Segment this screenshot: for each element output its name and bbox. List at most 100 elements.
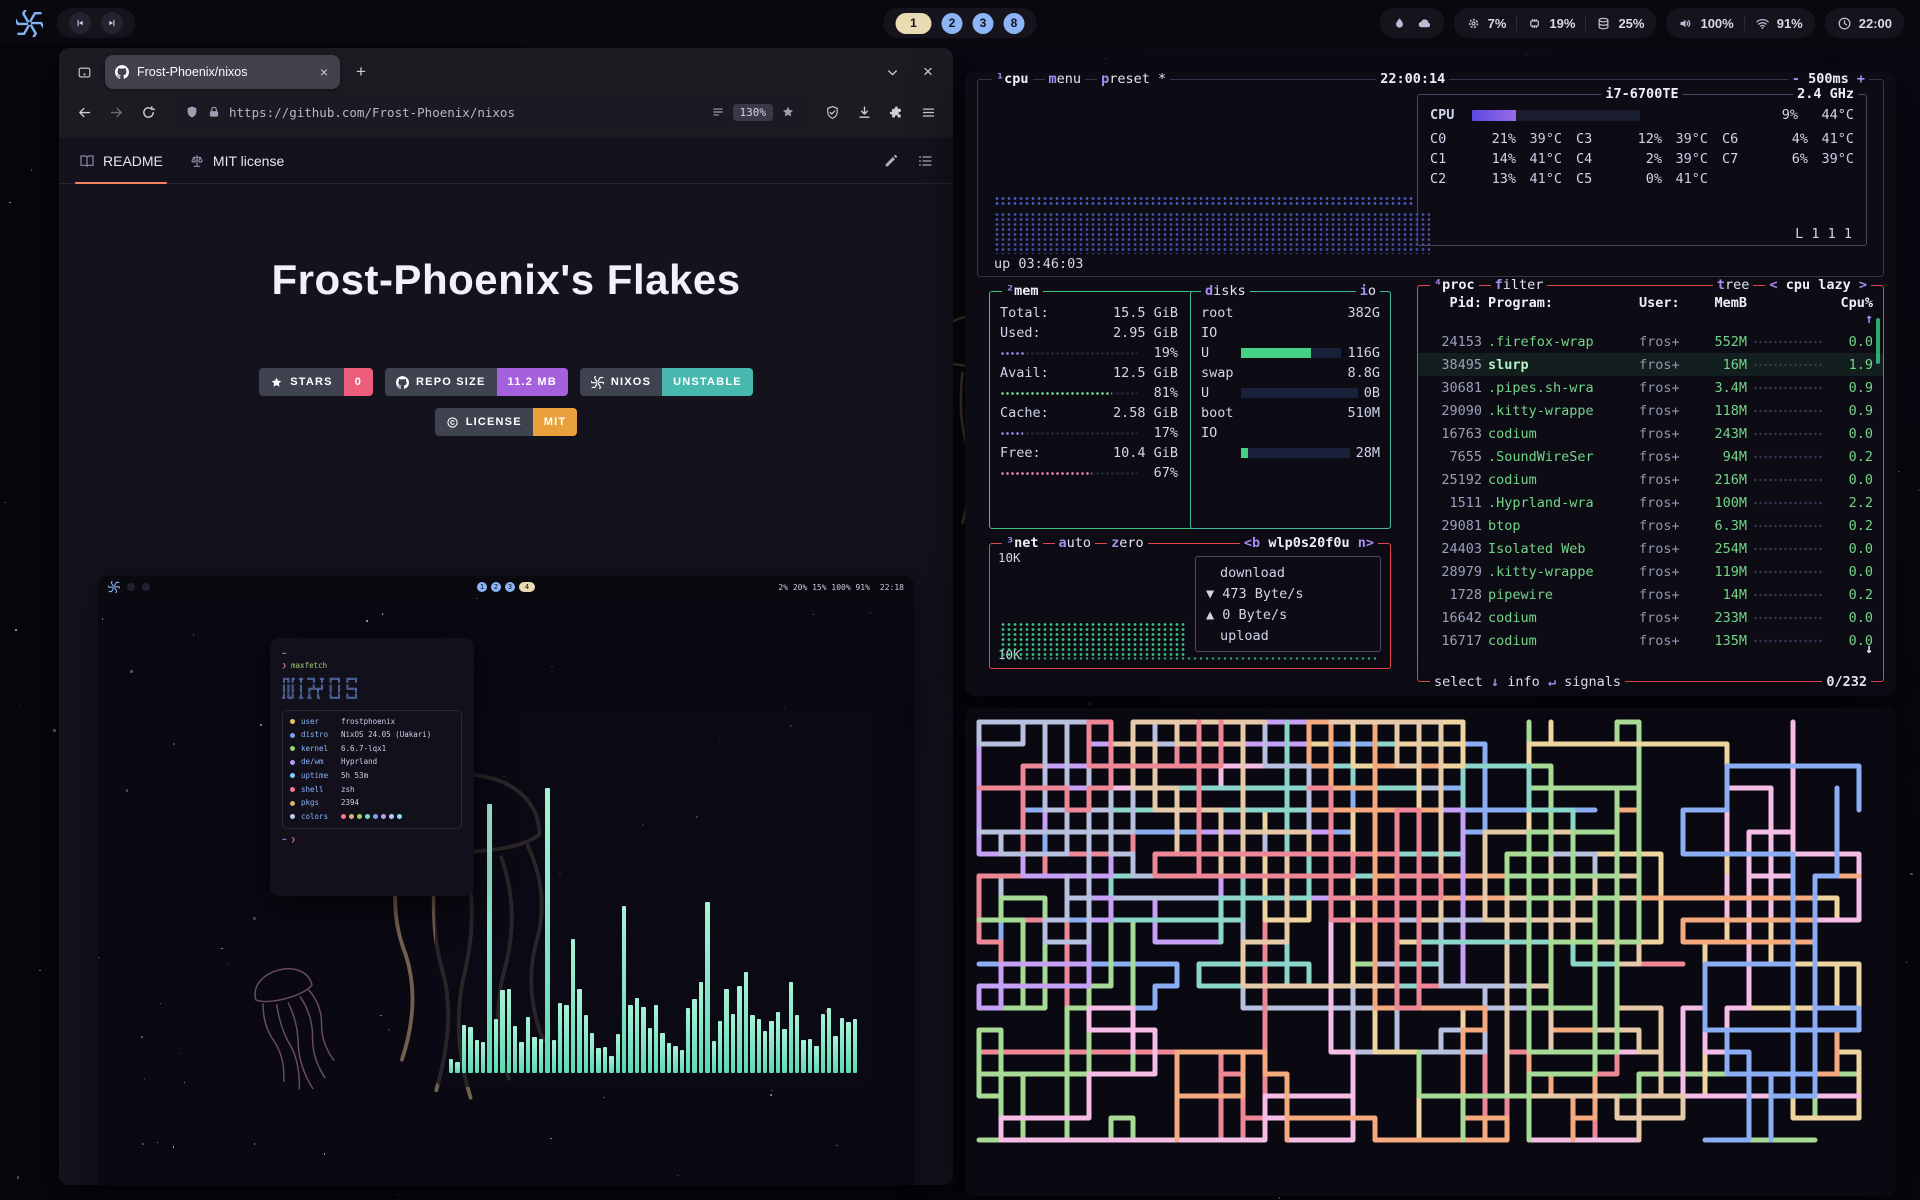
process-row-29090[interactable]: 29090.kitty-wrappefros+118M0.9 xyxy=(1418,399,1883,422)
downloads-button[interactable] xyxy=(849,97,879,127)
clock-icon xyxy=(1837,16,1852,31)
firefox-view-button[interactable] xyxy=(69,57,99,87)
extensions-button[interactable] xyxy=(881,97,911,127)
disk-row: root382G xyxy=(1201,303,1380,323)
tracking-protection-shield-icon[interactable] xyxy=(185,105,199,119)
url-bar[interactable]: https://github.com/Frost-Phoenix/nixos 1… xyxy=(173,96,807,128)
cpu-core-C4: C42%39°C xyxy=(1576,149,1708,169)
process-row-28979[interactable]: 28979.kitty-wrappefros+119M0.0 xyxy=(1418,560,1883,583)
lock-icon[interactable] xyxy=(207,105,221,119)
workspace-pill-1[interactable]: 1 xyxy=(896,13,932,34)
bookmark-star-icon[interactable] xyxy=(781,105,795,119)
memory-usage-stat: 19% xyxy=(1527,16,1575,31)
process-row-38495[interactable]: 38495slurpfros+16M1.9 xyxy=(1418,353,1883,376)
clock-widget[interactable]: 22:00 xyxy=(1825,8,1904,38)
btop-menu-button[interactable]: menu xyxy=(1045,71,1086,87)
fetch-row-distro: distroNixOS 24.05 (Uakari) xyxy=(290,729,454,741)
small-jellyfish-art xyxy=(229,937,357,1115)
nixos-logo-icon[interactable] xyxy=(16,10,43,37)
badge-license[interactable]: LICENSEMIT xyxy=(435,408,578,436)
btop-preset-button[interactable]: preset * xyxy=(1097,71,1170,87)
tab-close-icon[interactable]: × xyxy=(318,64,330,80)
proc-tree-button[interactable]: tree xyxy=(1713,277,1754,293)
net-interface-switcher[interactable]: <b wlp0s20f0u n> xyxy=(1240,535,1378,551)
prompt-dir: ~ xyxy=(282,649,287,658)
readme-screenshot: 1234 2% 20% 15% 100% 91% 22:18 ~ ❯ maxfe… xyxy=(98,576,914,1185)
firefox-window: Frost-Phoenix/nixos × + × https://github… xyxy=(59,48,953,1185)
tab-readme[interactable]: README xyxy=(79,138,163,183)
btop-refresh-control[interactable]: - 500ms + xyxy=(1788,71,1869,87)
disk-row: swap8.8G xyxy=(1201,363,1380,383)
mem-meter: 17% xyxy=(1000,423,1178,443)
btop-disks-box: disks io root382GIOU116Gswap8.8GU0Bboot5… xyxy=(1190,291,1391,529)
badge-nixos[interactable]: NIXOSUNSTABLE xyxy=(580,368,753,396)
proc-footer-keys: select ↓ info ↵ signals xyxy=(1430,674,1625,690)
readme-tab-label: README xyxy=(103,153,163,169)
zoom-level-badge[interactable]: 130% xyxy=(733,104,774,121)
mem-meter: 81% xyxy=(1000,383,1178,403)
net-auto-button[interactable]: auto xyxy=(1055,535,1096,551)
pipes-screensaver xyxy=(965,708,1896,1196)
proc-count: 0/232 xyxy=(1822,674,1871,690)
tab-list-button[interactable] xyxy=(877,57,907,87)
proc-scrollbar[interactable] xyxy=(1876,318,1880,364)
mem-row-total: Total:15.5 GiB xyxy=(1000,303,1178,323)
page-content: README MIT license Frost-Phoenix's Flake… xyxy=(59,138,953,1185)
proc-sort-control[interactable]: < cpu lazy > xyxy=(1765,277,1871,293)
process-row-16717[interactable]: 16717codiumfros+135M0.0 xyxy=(1418,629,1883,652)
weather-widget[interactable] xyxy=(1380,8,1444,38)
wifi-stat[interactable]: 91% xyxy=(1755,16,1803,31)
proc-filter-button[interactable]: filter xyxy=(1491,277,1548,293)
process-row-1511[interactable]: 1511.Hyprland-wrafros+100M2.2 xyxy=(1418,491,1883,514)
arrow-left-icon xyxy=(77,105,92,120)
active-tab[interactable]: Frost-Phoenix/nixos × xyxy=(105,55,340,89)
new-tab-button[interactable]: + xyxy=(346,57,376,87)
process-row-24403[interactable]: 24403Isolated Webfros+254M0.0 xyxy=(1418,537,1883,560)
media-next-button[interactable] xyxy=(101,12,123,34)
window-close-button[interactable]: × xyxy=(913,57,943,87)
app-menu-button[interactable] xyxy=(913,97,943,127)
window-icon xyxy=(77,65,92,80)
disk-row: U116G xyxy=(1201,343,1380,363)
net-zero-button[interactable]: zero xyxy=(1107,535,1148,551)
reload-button[interactable] xyxy=(133,97,163,127)
badge-row-2: LICENSEMIT xyxy=(435,408,578,436)
volume-stat[interactable]: 100% xyxy=(1678,16,1733,31)
btop-proc-box: ⁴proc filter tree < cpu lazy > Pid: Prog… xyxy=(1417,285,1884,682)
process-row-25192[interactable]: 25192codiumfros+216M0.0 xyxy=(1418,468,1883,491)
disk-icon xyxy=(1596,16,1611,31)
process-row-7655[interactable]: 7655.SoundWireSerfros+94M0.2 xyxy=(1418,445,1883,468)
mem-row-used: Used:2.95 GiB xyxy=(1000,323,1178,343)
ublock-extension-button[interactable] xyxy=(817,97,847,127)
cpu-total-row: CPU 9% 44°C xyxy=(1430,105,1854,125)
cpu-total-meter xyxy=(1472,110,1640,121)
fetch-terminal-window: ~ ❯ maxfetch ╔╗╔ ╦ ═╗ ╦ ╔═╗ ╔═╗ ║║║ ║ ╔╩… xyxy=(270,638,474,896)
cpu-core-C5: C50%41°C xyxy=(1576,169,1708,189)
reader-view-icon[interactable] xyxy=(711,105,725,119)
disk-stats: root382GIOU116Gswap8.8GU0Bboot510MIO28M xyxy=(1191,292,1390,463)
badge-repo-size[interactable]: REPO SIZE11.2 MB xyxy=(385,368,568,396)
edit-pencil-icon[interactable] xyxy=(883,153,899,169)
badge-stars[interactable]: STARS0 xyxy=(259,368,373,396)
fetch-row-pkgs: pkgs2394 xyxy=(290,797,454,809)
io-mode-button[interactable]: io xyxy=(1356,283,1380,299)
scroll-down-indicator[interactable]: ↓ xyxy=(1865,641,1873,657)
process-row-1728[interactable]: 1728pipewirefros+14M0.2 xyxy=(1418,583,1883,606)
tab-mit-license[interactable]: MIT license xyxy=(189,138,284,183)
badge-row-1: STARS0 REPO SIZE11.2 MB NIXOSUNSTABLE xyxy=(259,368,753,396)
disk-usage-stat: 25% xyxy=(1596,16,1644,31)
memory-stats: Total:15.5 GiBUsed:2.95 GiB19%Avail:12.5… xyxy=(1000,303,1178,483)
workspace-pill-2[interactable]: 2 xyxy=(942,13,963,34)
media-prev-button[interactable] xyxy=(69,12,91,34)
process-row-30681[interactable]: 30681.pipes.sh-wrafros+3.4M0.9 xyxy=(1418,376,1883,399)
process-row-29081[interactable]: 29081btopfros+6.3M0.2 xyxy=(1418,514,1883,537)
workspace-pill-3[interactable]: 3 xyxy=(973,13,994,34)
gear-icon xyxy=(1466,16,1481,31)
process-row-24153[interactable]: 24153.firefox-wrapfros+552M0.0 xyxy=(1418,330,1883,353)
forward-button[interactable] xyxy=(101,97,131,127)
process-row-16642[interactable]: 16642codiumfros+233M0.0 xyxy=(1418,606,1883,629)
back-button[interactable] xyxy=(69,97,99,127)
outline-list-icon[interactable] xyxy=(917,153,933,169)
workspace-pill-8[interactable]: 8 xyxy=(1004,13,1025,34)
process-row-16763[interactable]: 16763codiumfros+243M0.0 xyxy=(1418,422,1883,445)
